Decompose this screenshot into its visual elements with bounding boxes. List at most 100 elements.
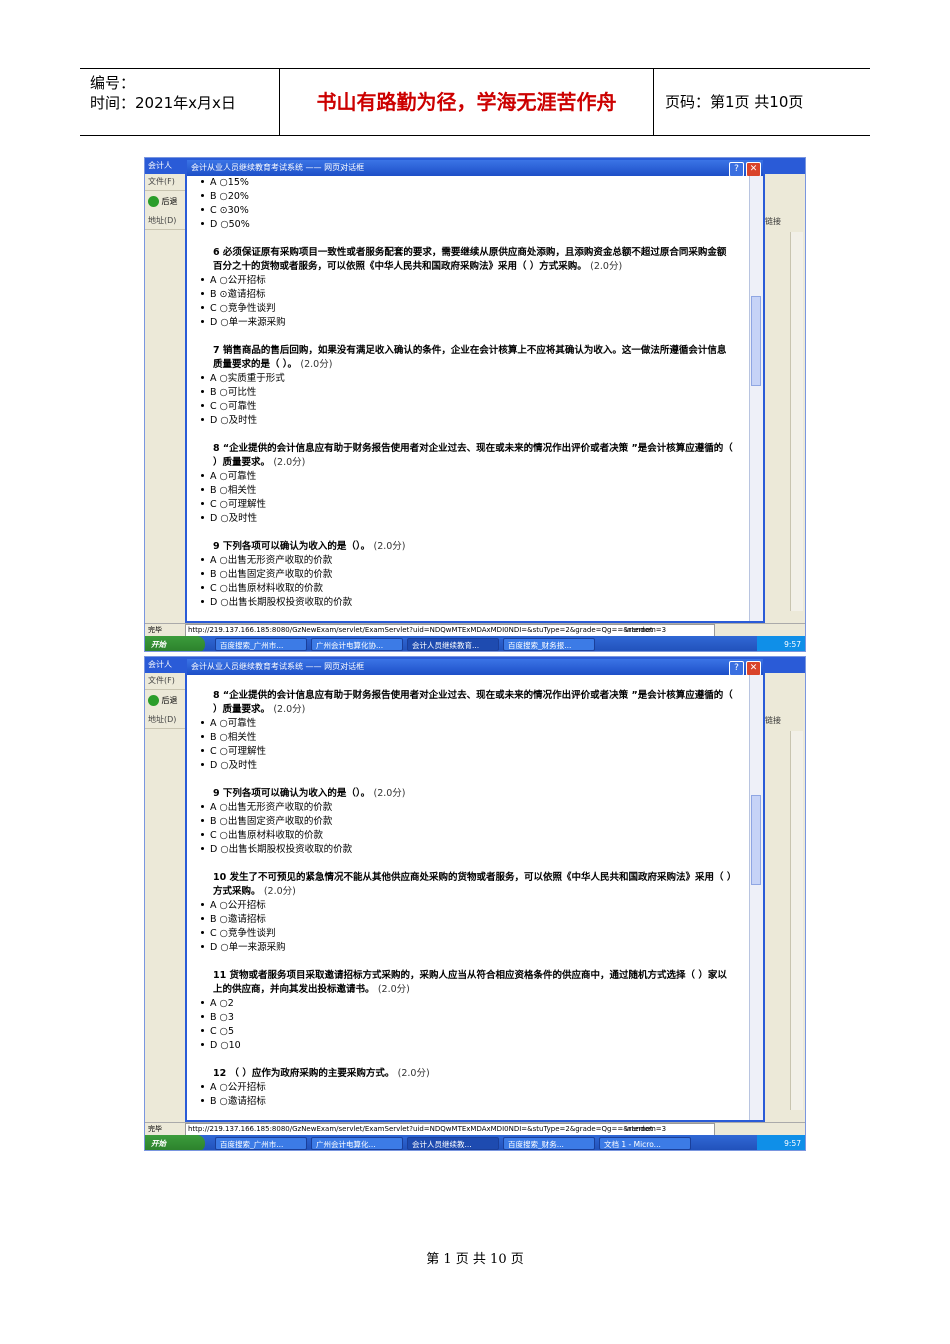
option[interactable]: C ⊙30% [201, 204, 749, 218]
question: 6 必须保证原有采购项目一致性或者服务配套的要求，需要继续从原供应商处添购，且添… [201, 246, 749, 330]
bullet-icon [201, 376, 204, 379]
option[interactable]: D ○单一来源采购 [201, 941, 749, 955]
option[interactable]: A ○15% [201, 176, 749, 190]
option[interactable]: B ○20% [201, 190, 749, 204]
option[interactable]: D ○及时性 [201, 512, 749, 526]
option[interactable]: C ○出售原材料收取的价款 [201, 582, 749, 596]
question: 7 销售商品的售后回购，如果没有满足收入确认的条件，企业在会计核算上不应将其确认… [201, 344, 749, 428]
question-points: (2.0分) [590, 261, 623, 272]
option[interactable]: A ○公开招标 [201, 899, 749, 913]
option[interactable]: C ○竞争性谈判 [201, 302, 749, 316]
taskbar-button[interactable]: 会计人员继续教... [407, 1137, 499, 1150]
scroll-thumb[interactable] [751, 795, 761, 885]
option-label: B ○相关性 [210, 485, 257, 496]
start-button[interactable]: 开始 [145, 1135, 205, 1150]
bullet-icon [201, 945, 204, 948]
taskbar-button[interactable]: 文档 1 - Micro... [599, 1137, 691, 1150]
option[interactable]: B ○出售固定资产收取的价款 [201, 568, 749, 582]
option[interactable]: A ○可靠性 [201, 717, 749, 731]
option[interactable]: A ○公开招标 [201, 274, 749, 288]
option[interactable]: B ○邀请招标 [201, 913, 749, 927]
bullet-icon [201, 903, 204, 906]
option[interactable]: D ○及时性 [201, 759, 749, 773]
option[interactable]: C ○可理解性 [201, 745, 749, 759]
bullet-icon [201, 586, 204, 589]
option[interactable]: C ○可靠性 [201, 400, 749, 414]
option[interactable]: B ○出售固定资产收取的价款 [201, 815, 749, 829]
option[interactable]: D ○50% [201, 218, 749, 232]
background-window-right: 链接 [763, 158, 805, 651]
back-button[interactable]: 后退 [145, 690, 185, 712]
dialog-window: 会计从业人员继续教育考试系统 —— 网页对话框? ✕ A ○15% B ○20% C ⊙… [185, 158, 765, 623]
menu-file[interactable]: 文件(F) [145, 673, 185, 690]
option[interactable]: D ○出售长期股权投资收取的价款 [201, 843, 749, 857]
option[interactable]: A ○2 [201, 997, 749, 1011]
dialog-scrollbar[interactable] [749, 176, 763, 621]
option[interactable]: A ○可靠性 [201, 470, 749, 484]
help-icon[interactable]: ? [729, 162, 744, 177]
question-text: 11 货物或者服务项目采取邀请招标方式采购的，采购人应当从符合相应资格条件的供应… [213, 970, 727, 995]
option-label: A ○可靠性 [210, 718, 257, 729]
option-label: A ○15% [210, 177, 249, 188]
taskbar-button[interactable]: 百度搜索_广州市... [215, 1137, 307, 1150]
taskbar-button[interactable]: 会计人员继续教育... [407, 638, 499, 651]
option-label: C ○竞争性谈判 [210, 303, 276, 314]
option[interactable]: D ○10 [201, 1039, 749, 1053]
help-icon[interactable]: ? [729, 661, 744, 676]
option-label: A ○公开招标 [210, 1082, 266, 1093]
option-label: C ○可理解性 [210, 499, 266, 510]
close-icon[interactable]: ✕ [746, 162, 761, 177]
option[interactable]: C ○5 [201, 1025, 749, 1039]
taskbar-button[interactable]: 百度搜索_财务... [503, 1137, 595, 1150]
back-label: 后退 [161, 197, 178, 206]
taskbar-button[interactable]: 广州会计电算化... [311, 1137, 403, 1150]
dialog-scrollbar[interactable] [749, 675, 763, 1120]
taskbar-button[interactable]: 广州会计电算化协... [311, 638, 403, 651]
scroll-thumb[interactable] [751, 296, 761, 386]
bullet-icon [201, 572, 204, 575]
option[interactable]: B ○相关性 [201, 484, 749, 498]
option[interactable]: D ○单一来源采购 [201, 316, 749, 330]
option[interactable]: A ○实质重于形式 [201, 372, 749, 386]
option[interactable]: A ○公开招标 [201, 1081, 749, 1095]
bullet-icon [201, 847, 204, 850]
question-title: 8 “企业提供的会计信息应有助于财务报告使用者对企业过去、现在或未来的情况作出评… [213, 689, 733, 717]
status-bar: 完毕 http://219.137.166.185:8080/GzNewExam/… [145, 623, 805, 637]
option[interactable]: B ⊙邀请招标 [201, 288, 749, 302]
option[interactable]: B ○3 [201, 1011, 749, 1025]
bullet-icon [201, 320, 204, 323]
option[interactable]: D ○出售长期股权投资收取的价款 [201, 596, 749, 610]
bullet-icon [201, 805, 204, 808]
option[interactable]: B ○邀请招标 [201, 1095, 749, 1109]
background-title: 会计人 [145, 158, 185, 174]
option-label: A ○出售无形资产收取的价款 [210, 802, 333, 813]
bullet-icon [201, 292, 204, 295]
taskbar-button[interactable]: 百度搜索_财务报... [503, 638, 595, 651]
menu-file[interactable]: 文件(F) [145, 174, 185, 191]
start-button[interactable]: 开始 [145, 636, 205, 651]
option[interactable]: B ○相关性 [201, 731, 749, 745]
background-scrollbar[interactable] [790, 232, 803, 611]
option[interactable]: D ○及时性 [201, 414, 749, 428]
option[interactable]: B ○可比性 [201, 386, 749, 400]
close-icon[interactable]: ✕ [746, 661, 761, 676]
bullet-icon [201, 390, 204, 393]
option-label: B ○3 [210, 1012, 234, 1023]
question-points: (2.0分) [263, 886, 296, 897]
option[interactable]: C ○竞争性谈判 [201, 927, 749, 941]
taskbar-button[interactable]: 百度搜索_广州市... [215, 638, 307, 651]
time-label: 时间：2021年x月x日 [90, 94, 236, 112]
option[interactable]: A ○出售无形资产收取的价款 [201, 554, 749, 568]
question-text: 12 （ ）应作为政府采购的主要采购方式。 [213, 1068, 395, 1079]
option[interactable]: A ○出售无形资产收取的价款 [201, 801, 749, 815]
option-label: B ○邀请招标 [210, 1096, 266, 1107]
option[interactable]: C ○可理解性 [201, 498, 749, 512]
bullet-icon [201, 1015, 204, 1018]
option[interactable]: C ○出售原材料收取的价款 [201, 829, 749, 843]
links-label[interactable]: 链接 [765, 216, 781, 227]
back-button[interactable]: 后退 [145, 191, 185, 213]
links-label[interactable]: 链接 [765, 715, 781, 726]
dialog-content: A ○15% B ○20% C ⊙30% D ○50% 6 必须保证原有采购项目一致性或… [187, 176, 749, 621]
bullet-icon [201, 819, 204, 822]
background-scrollbar[interactable] [790, 731, 803, 1110]
